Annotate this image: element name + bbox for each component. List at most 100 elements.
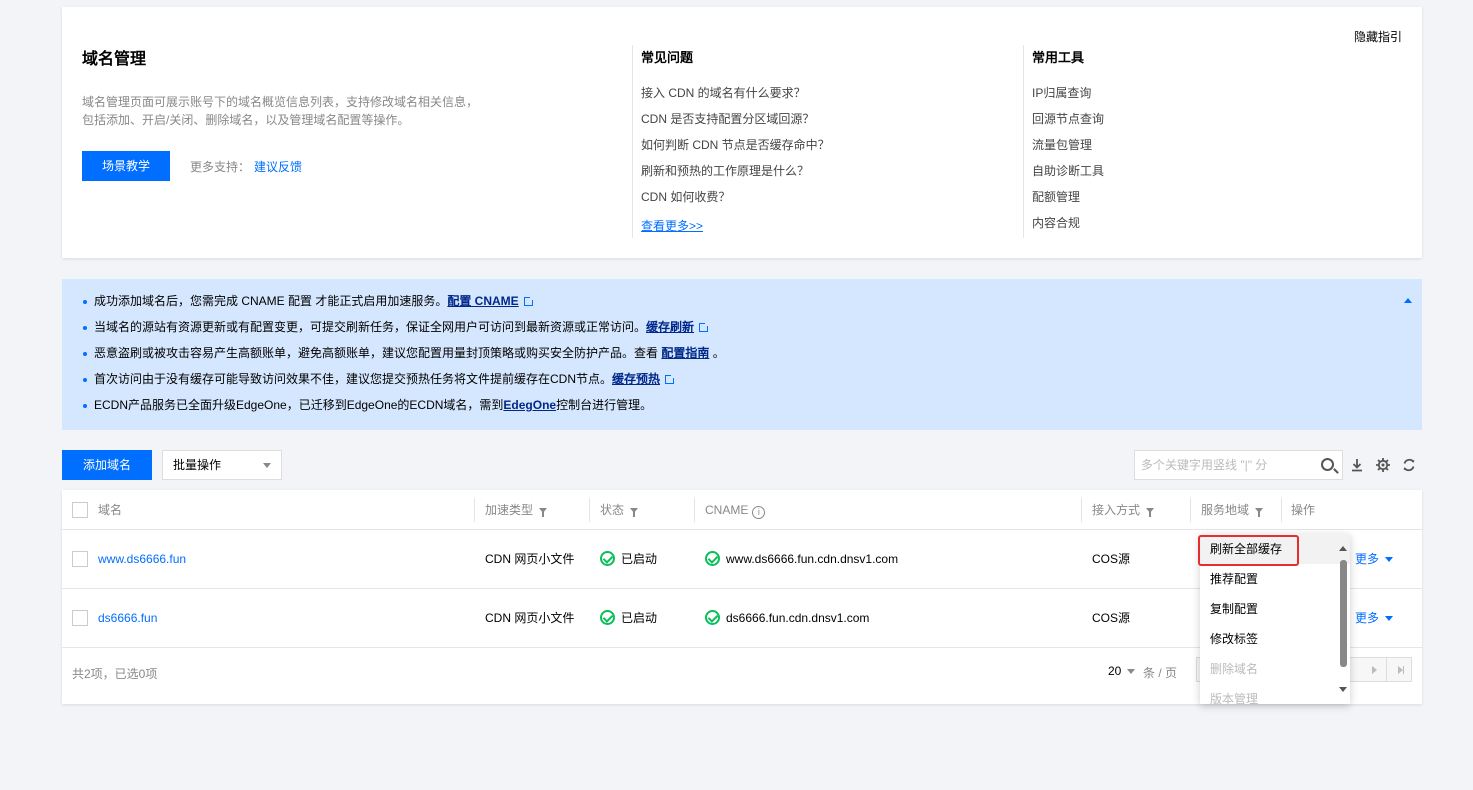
status-label: 已启动 — [621, 611, 658, 625]
faq-item[interactable]: CDN 如何收费？ — [641, 187, 1012, 213]
hide-guide-link[interactable]: 隐藏指引 — [1354, 28, 1402, 45]
scrollbar-thumb[interactable] — [1340, 560, 1347, 667]
tool-item[interactable]: 配额管理 — [1032, 187, 1323, 213]
see-more-link[interactable]: 查看更多>> — [641, 217, 703, 234]
scroll-up-icon[interactable] — [1339, 546, 1347, 551]
gear-icon[interactable] — [1375, 457, 1391, 473]
last-page-bar — [1403, 666, 1404, 674]
search-icon[interactable] — [1321, 458, 1334, 471]
guide-panel: 隐藏指引 域名管理 域名管理页面可展示账号下的域名概览信息列表，支持修改域名相关… — [62, 7, 1422, 258]
more-support-label: 更多支持： — [190, 159, 251, 174]
scroll-down-icon[interactable] — [1339, 687, 1347, 692]
search-input[interactable] — [1135, 451, 1315, 479]
faq-item[interactable]: 接入 CDN 的域名有什么要求？ — [641, 83, 1012, 109]
domain-cell: www.ds6666.fun — [98, 530, 186, 588]
more-menu-toggle[interactable]: 更多 — [1355, 589, 1394, 647]
download-icon[interactable] — [1349, 457, 1365, 473]
more-label: 更多 — [1355, 552, 1380, 566]
guide-description: 域名管理页面可展示账号下的域名概览信息列表，支持修改域名相关信息， 包括添加、开… — [82, 93, 502, 129]
access-cell: COS源 — [1092, 552, 1131, 566]
th-cname-label: CNAME — [705, 503, 749, 517]
type-cell: CDN 网页小文件 — [485, 611, 575, 625]
menu-item-refresh-all-cache[interactable]: 刷新全部缓存 — [1200, 534, 1350, 564]
cname-cell: www.ds6666.fun.cdn.dnsv1.com — [705, 530, 898, 588]
select-all-checkbox[interactable] — [72, 502, 88, 518]
menu-item-recommended-config[interactable]: 推荐配置 — [1200, 564, 1350, 594]
refresh-icon[interactable] — [1401, 457, 1417, 473]
next-page-icon[interactable] — [1372, 666, 1377, 674]
check-circle-icon — [600, 610, 615, 625]
notice-text: 首次访问由于没有缓存可能导致访问效果不佳，建议您提交预热任务将文件提前缓存在CD… — [94, 372, 613, 386]
table-header: 域名 加速类型 状态 CNAME i 接入方式 服务地域 操作 — [62, 490, 1422, 530]
tools-title: 常用工具 — [1032, 50, 1085, 65]
cache-preheat-link[interactable]: 缓存预热 — [612, 372, 660, 386]
faq-item[interactable]: 如何判断 CDN 节点是否缓存命中？ — [641, 135, 1012, 161]
menu-item-edit-tags[interactable]: 修改标签 — [1200, 624, 1350, 654]
pager-divider — [1386, 658, 1387, 681]
row-checkbox[interactable] — [72, 551, 88, 567]
faq-title: 常见问题 — [641, 50, 694, 65]
column-divider — [1081, 498, 1082, 522]
more-menu-toggle[interactable]: 更多 — [1355, 530, 1394, 588]
notice-text: 成功添加域名后，您需完成 CNAME 配置 才能正式启用加速服务。 — [94, 294, 448, 308]
tool-item[interactable]: 流量包管理 — [1032, 135, 1323, 161]
dropdown-list: 刷新全部缓存 推荐配置 复制配置 修改标签 删除域名 版本管理 — [1200, 534, 1350, 704]
faq-section: 常见问题 接入 CDN 的域名有什么要求？ CDN 是否支持配置分区域回源？ 如… — [632, 45, 1012, 238]
per-page-label: 条 / 页 — [1143, 666, 1178, 680]
cname-value: ds6666.fun.cdn.dnsv1.com — [726, 611, 870, 625]
status-label: 已启动 — [621, 552, 658, 566]
batch-ops-label: 批量操作 — [173, 458, 222, 472]
external-link-icon — [665, 374, 676, 384]
selection-summary: 共2项，已选0项 — [72, 667, 158, 681]
chevron-down-icon — [1385, 616, 1394, 621]
th-type[interactable]: 加速类型 — [485, 490, 548, 530]
add-domain-button[interactable]: 添加域名 — [62, 450, 152, 480]
notice-item: 成功添加域名后，您需完成 CNAME 配置 才能正式启用加速服务。配置 CNAM… — [82, 291, 1402, 317]
domain-link[interactable]: www.ds6666.fun — [98, 552, 186, 566]
filter-icon — [1255, 508, 1264, 517]
th-status[interactable]: 状态 — [600, 490, 639, 530]
page-size-value: 20 — [1108, 664, 1122, 678]
chevron-down-icon — [263, 463, 271, 468]
menu-item-copy-config[interactable]: 复制配置 — [1200, 594, 1350, 624]
info-icon[interactable]: i — [752, 506, 766, 519]
th-access[interactable]: 接入方式 — [1092, 490, 1155, 530]
page-size-select[interactable]: 20 — [1108, 664, 1136, 678]
th-access-label: 接入方式 — [1092, 503, 1141, 517]
notice-text: 当域名的源站有资源更新或有配置变更，可提交刷新任务，保证全网用户可访问到最新资源… — [94, 320, 647, 334]
config-guide-link[interactable]: 配置指南 — [661, 346, 709, 360]
edgeone-link[interactable]: EdegOne — [503, 398, 556, 412]
row-checkbox[interactable] — [72, 610, 88, 626]
tutorial-button[interactable]: 场景教学 — [82, 151, 171, 181]
guide-desc-line: 包括添加、开启/关闭、删除域名，以及管理域名配置等操作。 — [82, 113, 410, 127]
more-support: 更多支持： 建议反馈 — [190, 158, 302, 175]
notice-list: 成功添加域名后，您需完成 CNAME 配置 才能正式启用加速服务。配置 CNAM… — [82, 291, 1402, 421]
notice-item: 恶意盗刷或被攻击容易产生高额账单，避免高额账单，建议您配置用量封顶策略或购买安全… — [82, 343, 1402, 369]
tool-item[interactable]: 回源节点查询 — [1032, 109, 1323, 135]
faq-item[interactable]: CDN 是否支持配置分区域回源？ — [641, 109, 1012, 135]
cname-cell: ds6666.fun.cdn.dnsv1.com — [705, 589, 869, 647]
external-link-icon — [523, 296, 534, 306]
batch-ops-select[interactable]: 批量操作 — [162, 450, 282, 480]
tool-item[interactable]: IP归属查询 — [1032, 83, 1323, 109]
chevron-down-icon — [1385, 557, 1394, 562]
th-region[interactable]: 服务地域 — [1201, 490, 1264, 530]
tool-item[interactable]: 自助诊断工具 — [1032, 161, 1323, 187]
collapse-up-icon[interactable] — [1404, 298, 1412, 303]
tool-item[interactable]: 内容合规 — [1032, 213, 1323, 239]
domain-link[interactable]: ds6666.fun — [98, 611, 157, 625]
status-cell: 已启动 — [600, 589, 657, 647]
cache-refresh-link[interactable]: 缓存刷新 — [646, 320, 694, 334]
notice-suffix: 控制台进行管理。 — [556, 398, 653, 412]
th-ops: 操作 — [1291, 503, 1316, 517]
check-circle-icon — [705, 551, 720, 566]
access-cell: COS源 — [1092, 611, 1131, 625]
faq-item[interactable]: 刷新和预热的工作原理是什么？ — [641, 161, 1012, 187]
filter-icon — [630, 508, 639, 517]
th-status-label: 状态 — [600, 503, 625, 517]
check-circle-icon — [600, 551, 615, 566]
tools-section: 常用工具 IP归属查询 回源节点查询 流量包管理 自助诊断工具 配额管理 内容合… — [1023, 45, 1323, 238]
notice-item: ECDN产品服务已全面升级EdgeOne，已迁移到EdgeOne的ECDN域名，… — [82, 395, 1402, 421]
config-cname-link[interactable]: 配置 CNAME — [447, 294, 518, 308]
feedback-link[interactable]: 建议反馈 — [254, 160, 302, 174]
